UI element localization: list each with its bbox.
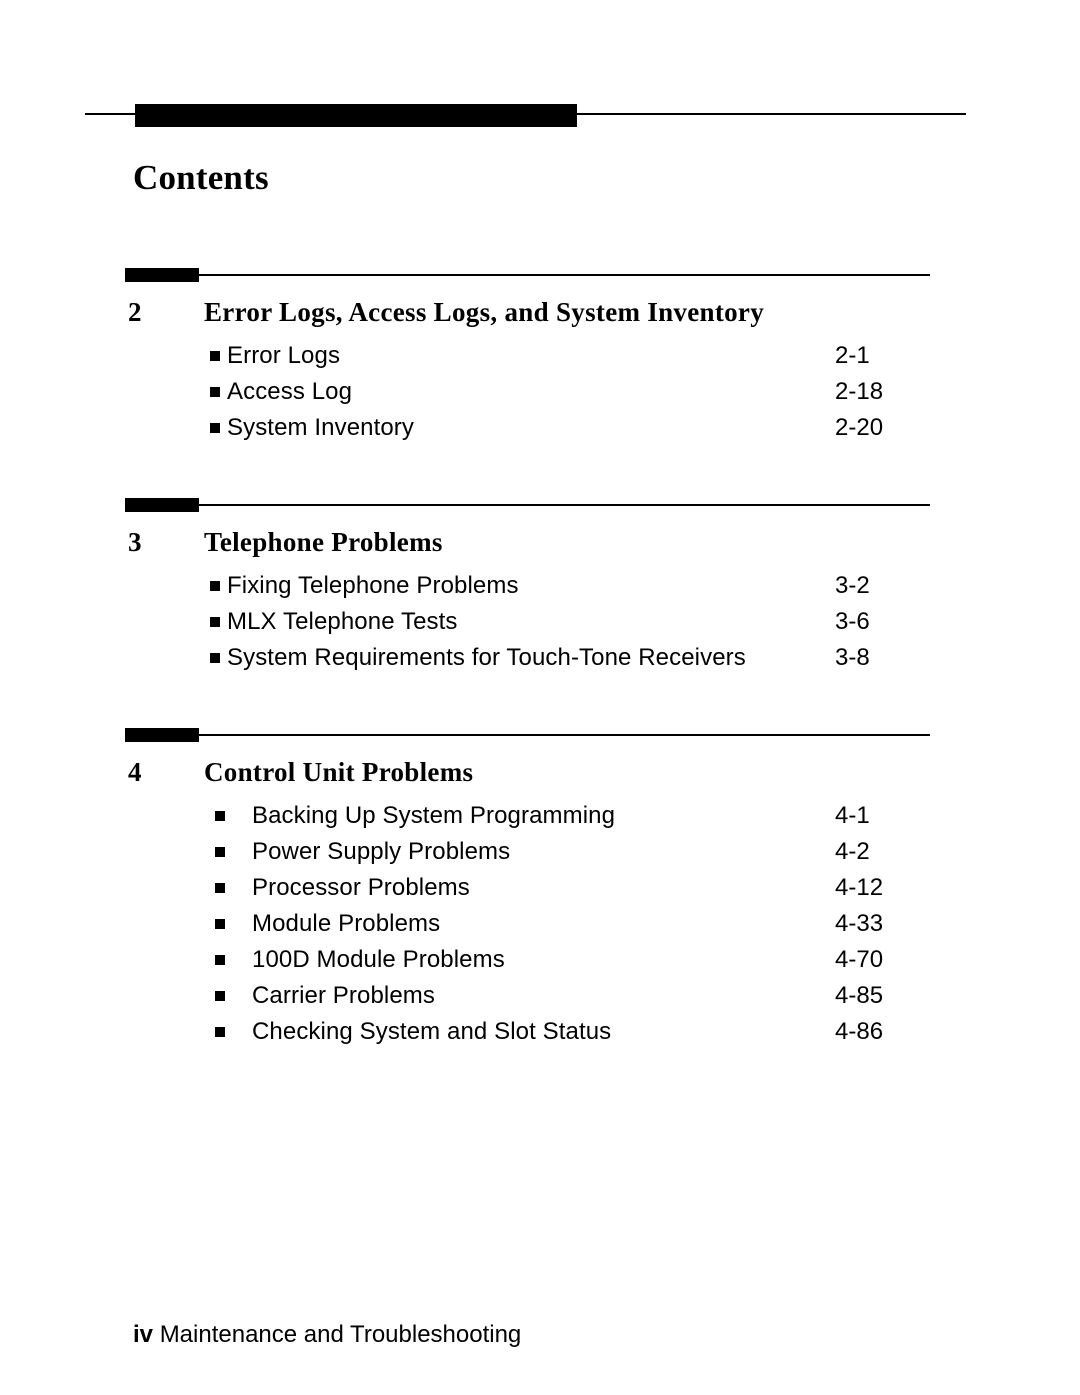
chapter-entry-list: Backing Up System Programming 4-1 Power Su… [0,798,1080,1050]
chapter-rule-black-block [125,498,199,512]
footer-book-title-text: Maintenance and Troubleshooting [159,1321,522,1348]
masthead-decoration [85,104,966,127]
toc-entry-page-number: 2-1 [835,342,870,369]
square-bullet-icon [215,847,225,857]
toc-entry[interactable]: Access Log 2-18 [0,374,1080,410]
toc-entry-page-number: 3-2 [835,572,870,599]
square-bullet-icon [210,581,220,591]
contents-page: Contents 2 Error Logs, Access Logs, and S… [0,0,1080,1395]
toc-entry-label: System Requirements for Touch-Tone Recei… [227,644,746,671]
square-bullet-icon [210,351,220,361]
page-footer: iv Maintenance and Troubleshooting [133,1320,521,1350]
footer-book-title [153,1321,160,1348]
chapter-rule [125,268,930,282]
toc-entry[interactable]: Backing Up System Programming 4-1 [0,798,1080,834]
chapter-rule-line [125,274,930,276]
toc-entry-label: Access Log [227,378,353,405]
toc-entry-page-number: 2-20 [835,414,884,441]
square-bullet-icon [210,423,220,433]
square-bullet-icon [215,919,225,929]
toc-entry[interactable]: Module Problems 4-33 [0,906,1080,942]
chapter-heading[interactable]: 2 Error Logs, Access Logs, and System Inv… [0,294,1080,330]
chapter-rule-black-block [125,728,199,742]
toc-entry[interactable]: Fixing Telephone Problems 3-2 [0,568,1080,604]
toc-entry-page-number: 4-86 [835,1018,884,1045]
chapter-rule-line [125,504,930,506]
toc-entry-label: Carrier Problems [252,982,435,1009]
chapter-rule-black-block [125,268,199,282]
toc-entry-label: Processor Problems [252,874,470,901]
toc-entry-page-number: 4-70 [835,946,884,973]
toc-entry-label: Error Logs [227,342,341,369]
square-bullet-icon [215,883,225,893]
chapter-title: Error Logs, Access Logs, and System Inve… [204,297,765,327]
toc-entry-page-number: 4-2 [835,838,870,865]
toc-entry-label: 100D Module Problems [252,946,505,973]
chapter-heading[interactable]: 4 Control Unit Problems [0,754,1080,790]
toc-entry-label: Backing Up System Programming [252,802,616,829]
square-bullet-icon [215,1027,225,1037]
chapter-title: Telephone Problems [204,527,443,557]
toc-entry-page-number: 4-12 [835,874,884,901]
toc-entry-page-number: 3-8 [835,644,870,671]
footer-page-number: iv [133,1321,154,1348]
toc-entry[interactable]: System Requirements for Touch-Tone Recei… [0,640,1080,676]
toc-entry-label: System Inventory [227,414,415,441]
toc-entry-page-number: 4-33 [835,910,884,937]
toc-entry-label: MLX Telephone Tests [227,608,458,635]
toc-entry-page-number: 4-1 [835,802,870,829]
toc-entry-label: Module Problems [252,910,441,937]
square-bullet-icon [215,811,225,821]
toc-entry-page-number: 2-18 [835,378,884,405]
chapter-heading[interactable]: 3 Telephone Problems [0,524,1080,560]
chapter-entry-list: Error Logs 2-1 Access Log 2-18 System Invent… [0,338,1080,446]
square-bullet-icon [210,617,220,627]
toc-entry[interactable]: 100D Module Problems 4-70 [0,942,1080,978]
chapter-title: Control Unit Problems [204,757,474,787]
toc-entry[interactable]: Checking System and Slot Status 4-86 [0,1014,1080,1050]
toc-entry[interactable]: Carrier Problems 4-85 [0,978,1080,1014]
toc-entry-page-number: 4-85 [835,982,884,1009]
toc-entry-page-number: 3-6 [835,608,870,635]
square-bullet-icon [215,955,225,965]
chapter-rule-line [125,734,930,736]
toc-entry[interactable]: MLX Telephone Tests 3-6 [0,604,1080,640]
toc-entry-label: Fixing Telephone Problems [227,572,519,599]
toc-entry[interactable]: Error Logs 2-1 [0,338,1080,374]
toc-entry[interactable]: Processor Problems 4-12 [0,870,1080,906]
toc-entry-label: Power Supply Problems [252,838,511,865]
toc-entry-label: Checking System and Slot Status [252,1018,612,1045]
chapter-number: 3 [128,527,142,557]
toc-entry[interactable]: Power Supply Problems 4-2 [0,834,1080,870]
square-bullet-icon [210,653,220,663]
chapter-rule [125,728,930,742]
chapter-entry-list: Fixing Telephone Problems 3-2 MLX Telephon… [0,568,1080,676]
masthead-black-block [135,104,577,127]
chapter-number: 4 [128,757,142,787]
square-bullet-icon [210,387,220,397]
square-bullet-icon [215,991,225,1001]
toc-entry[interactable]: System Inventory 2-20 [0,410,1080,446]
chapter-number: 2 [128,297,142,327]
page-title: Contents [133,158,269,197]
chapter-rule [125,498,930,512]
